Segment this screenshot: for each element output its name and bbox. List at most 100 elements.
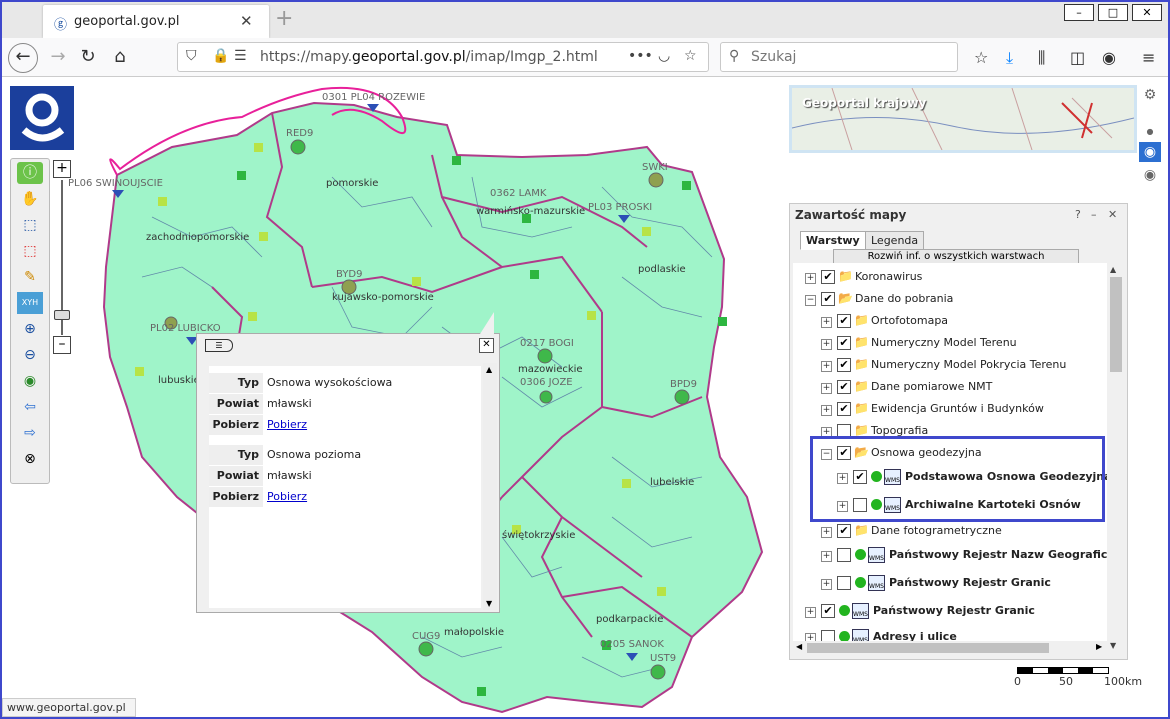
popup-content: Typ Osnowa wysokościowa Powiat mławski Pob… (209, 366, 481, 608)
home-icon[interactable]: ⌂ (106, 43, 134, 71)
menu-icon[interactable]: ≡ (1142, 48, 1155, 67)
lock-icon[interactable]: 🔒 (212, 48, 229, 64)
layer-checkbox[interactable]: ✔ (821, 292, 835, 306)
close-tab-icon[interactable]: ✕ (240, 12, 253, 30)
folder-icon: 📁 (854, 313, 869, 327)
maximize-icon[interactable]: □ (1098, 4, 1128, 21)
zoom-out-icon[interactable]: ⊖ (17, 344, 43, 366)
status-dot-icon (839, 631, 850, 641)
back-icon[interactable]: ← (8, 43, 38, 73)
permissions-icon[interactable]: ☰ (234, 48, 247, 64)
record-type-row: Typ Osnowa pozioma (209, 445, 481, 465)
wms-icon: WMS (852, 603, 869, 619)
eye-icon[interactable]: ◉ (1139, 165, 1161, 185)
reload-icon[interactable]: ↻ (74, 43, 102, 71)
station-label: PL06 SWINOUJSCIE (68, 178, 163, 189)
close-window-icon[interactable]: ✕ (1132, 4, 1162, 21)
zoom-handle[interactable] (54, 310, 70, 320)
map-viewport[interactable]: pomorskie zachodniopomorskie warmińsko-m… (2, 77, 1168, 717)
url-bar[interactable]: ⛉ 🔒 ☰ https://mapy.geoportal.gov.pl/imap… (177, 42, 709, 72)
label-zachodniopomorskie: zachodniopomorskie (146, 232, 250, 243)
popup-list-icon[interactable]: ☰ (205, 339, 233, 352)
layer-checkbox[interactable] (821, 630, 835, 641)
pan-hand-icon[interactable]: ✋ (17, 188, 43, 210)
minimize-icon[interactable]: – (1064, 4, 1094, 21)
layer-checkbox[interactable]: ✔ (837, 314, 851, 328)
station-label: UST9 (650, 653, 677, 664)
station-label: SWKI (642, 162, 668, 173)
browser-tab[interactable]: ⓖ geoportal.gov.pl ✕ (43, 5, 269, 38)
download-link[interactable]: Pobierz (267, 487, 307, 507)
sidebar-icon[interactable]: ◫ (1070, 48, 1085, 67)
station-label: PL03 PROSKI (588, 202, 653, 213)
geoportal-logo[interactable] (10, 86, 74, 150)
zoom-box-icon[interactable]: ⬚ (17, 214, 43, 236)
download-link[interactable]: Pobierz (267, 415, 307, 435)
layer-checkbox[interactable]: ✔ (821, 604, 835, 618)
url-domain: geoportal.gov.pl (352, 49, 466, 65)
previous-view-icon[interactable]: ⇦ (17, 396, 43, 418)
folder-icon: 📁 (854, 423, 869, 437)
zoom-in-icon[interactable]: ⊕ (17, 318, 43, 340)
info-icon[interactable]: ⓘ (17, 162, 43, 184)
layer-checkbox[interactable]: ✔ (837, 524, 851, 538)
small-dot-icon[interactable]: ● (1139, 122, 1161, 142)
geoportal-favicon-icon: ⓖ (54, 18, 68, 33)
popup-close-icon[interactable]: ✕ (479, 338, 494, 353)
tab-warstwy[interactable]: Warstwy (800, 231, 866, 250)
layer-tree-scrollbar[interactable]: ▲ ▼ (1109, 263, 1123, 653)
station-label: BPD9 (670, 379, 697, 390)
layer-checkbox[interactable]: ✔ (837, 358, 851, 372)
scroll-left-icon: ◀ (796, 642, 803, 651)
zoom-minus-button[interactable]: – (53, 336, 71, 354)
label-lubelskie: lubelskie (650, 477, 695, 488)
scale-label: 100km (1104, 675, 1143, 688)
url-prefix: https://mapy. (260, 49, 353, 65)
tab-legenda[interactable]: Legenda (865, 231, 925, 250)
eye-active-icon[interactable]: ◉ (1139, 142, 1161, 162)
popup-pointer (480, 312, 494, 334)
hscroll-thumb[interactable] (807, 643, 1049, 653)
folder-icon: 📁 (854, 379, 869, 393)
settings-gears-icon[interactable]: ⚙ (1139, 85, 1161, 105)
bookmark-star-icon[interactable]: ☆ (684, 48, 697, 64)
layer-tree-hscrollbar[interactable]: ◀ ▶ (793, 641, 1109, 655)
account-icon[interactable]: ◉ (1102, 48, 1116, 67)
close-panel-icon[interactable]: ✕ (1108, 208, 1117, 221)
layer-checkbox[interactable] (837, 548, 851, 562)
folder-icon: 📂 (838, 291, 853, 305)
reset-icon[interactable]: ⊗ (17, 448, 43, 470)
minimize-panel-icon[interactable]: – (1091, 208, 1097, 221)
next-view-icon[interactable]: ⇨ (17, 422, 43, 444)
shield-icon[interactable]: ⛉ (186, 48, 197, 64)
help-icon[interactable]: ? (1075, 208, 1081, 221)
label-swietokrzyskie: świętokrzyskie (502, 530, 576, 541)
zoom-slider[interactable]: + – (53, 160, 71, 355)
pencil-icon[interactable]: ✎ (17, 266, 43, 288)
reading-list-icon[interactable]: ☆ (974, 48, 988, 67)
popup-scrollbar[interactable]: ▲ ▼ (483, 363, 497, 610)
xyz-coordinates-icon[interactable]: XYH (17, 292, 43, 314)
tab-title: geoportal.gov.pl (74, 14, 180, 29)
more-dots-icon[interactable]: ••• (628, 48, 653, 64)
search-field[interactable]: ⚲ Szukaj (720, 42, 958, 72)
scale-label: 50 (1059, 675, 1073, 688)
select-box-icon[interactable]: ⬚ (17, 240, 43, 262)
forward-icon[interactable]: → (44, 43, 72, 71)
layer-checkbox[interactable]: ✔ (837, 336, 851, 350)
expand-icon: + (805, 607, 816, 618)
new-tab-button[interactable]: + (275, 6, 293, 31)
overview-map[interactable]: Geoportal krajowy (789, 85, 1137, 153)
search-placeholder: Szukaj (751, 49, 797, 65)
library-icon[interactable]: ⫼ (1038, 48, 1045, 68)
pocket-icon[interactable]: ◡ (658, 48, 670, 64)
layer-checkbox[interactable]: ✔ (837, 402, 851, 416)
layer-checkbox[interactable]: ✔ (821, 270, 835, 284)
scroll-thumb[interactable] (1110, 277, 1122, 372)
zoom-plus-button[interactable]: + (53, 160, 71, 178)
download-icon[interactable]: ⤓ (1006, 48, 1013, 68)
layer-checkbox[interactable] (837, 576, 851, 590)
layer-checkbox[interactable]: ✔ (837, 380, 851, 394)
map-toolbar: ⓘ ✋ ⬚ ⬚ ✎ XYH ⊕ ⊖ ◉ ⇦ ⇨ ⊗ (10, 158, 50, 484)
globe-icon[interactable]: ◉ (17, 370, 43, 392)
